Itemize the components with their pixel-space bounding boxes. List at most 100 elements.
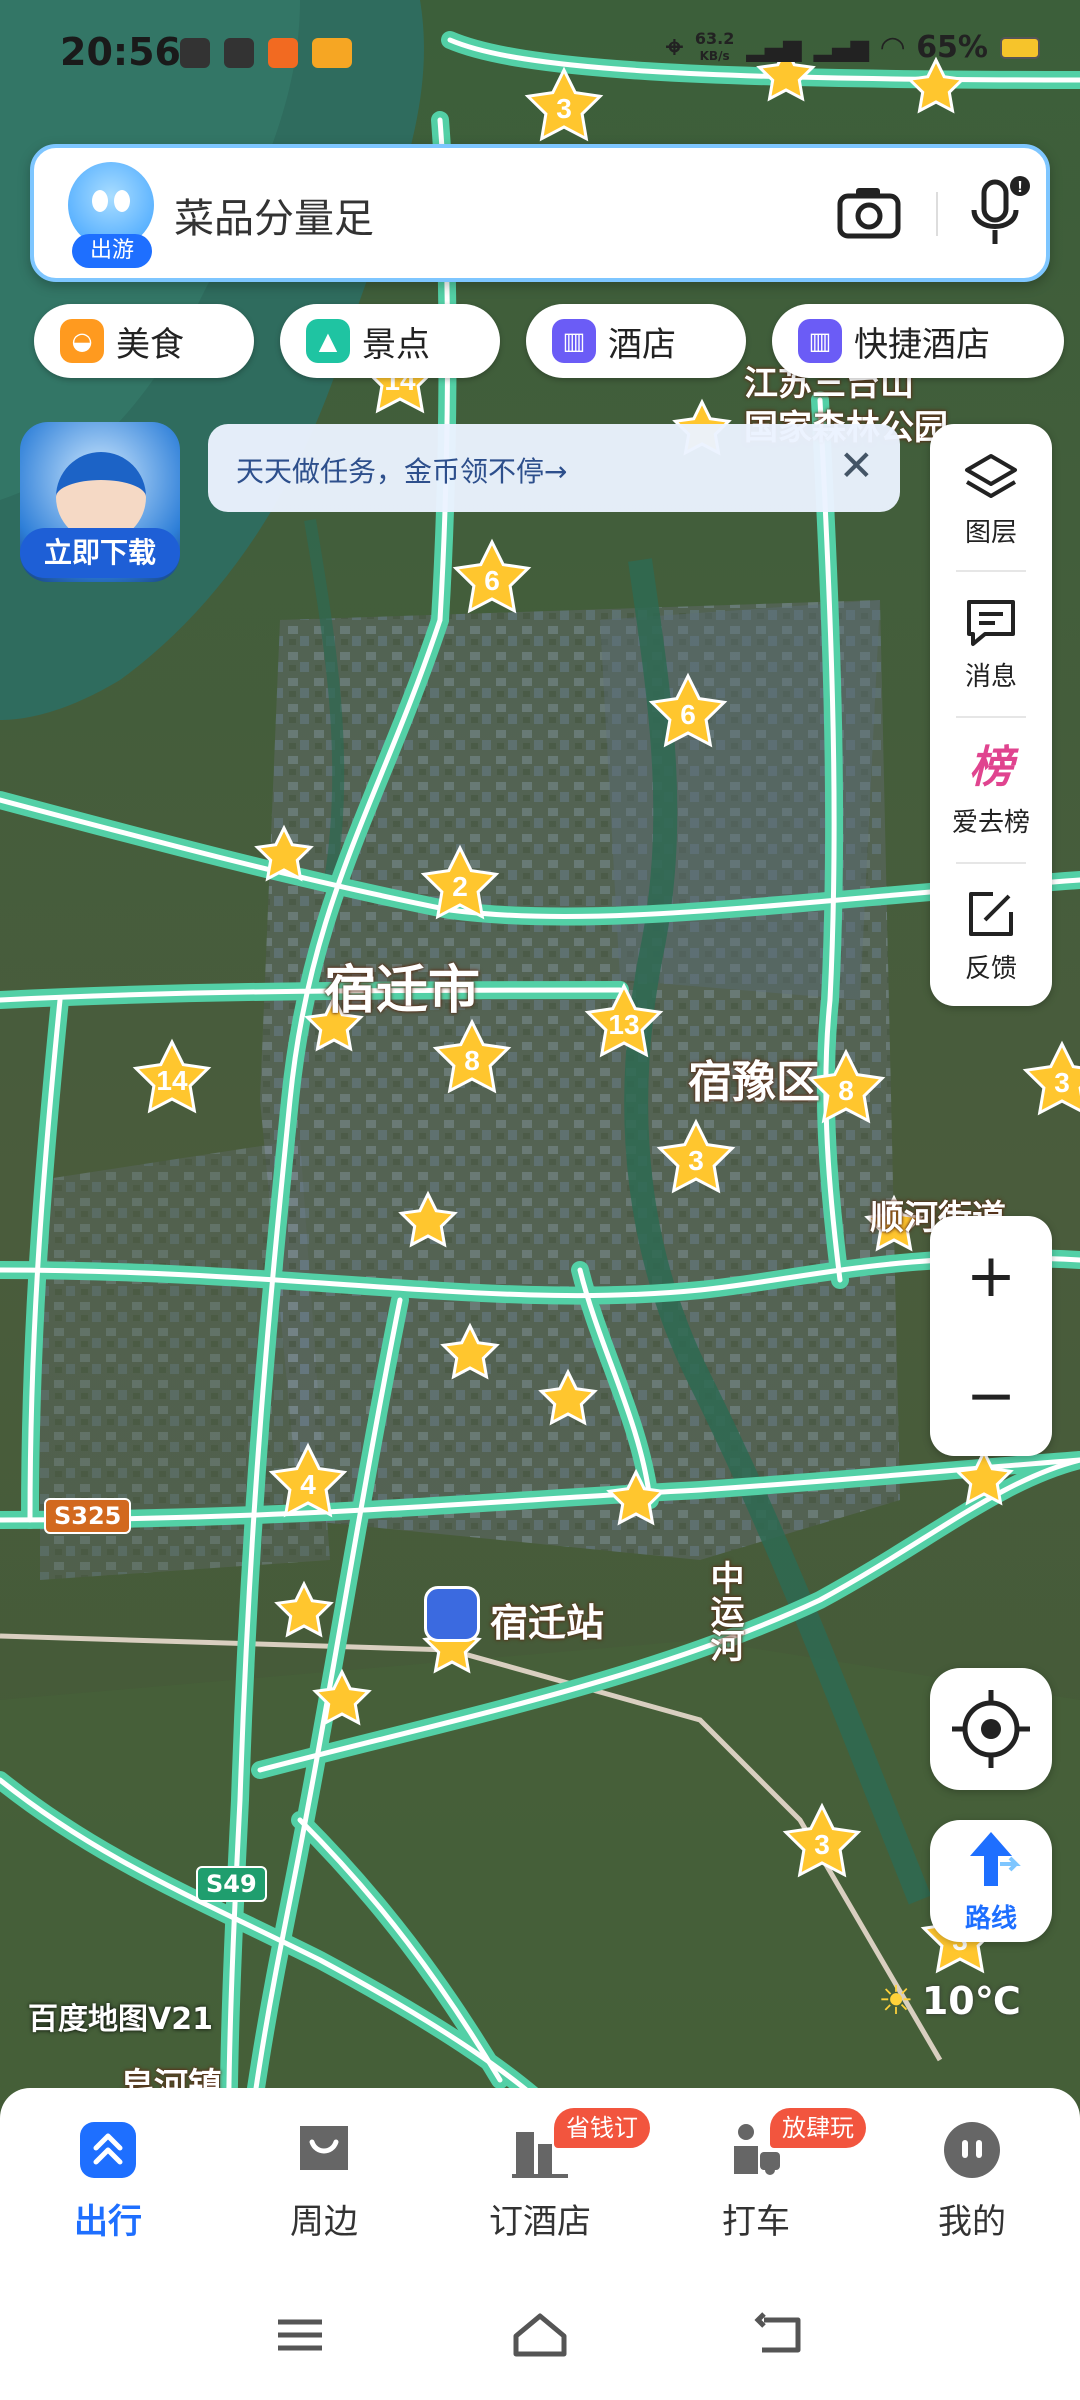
route-button[interactable]: 路线 bbox=[930, 1820, 1052, 1942]
wechat-icon bbox=[224, 38, 254, 68]
poi-star-count: 4 bbox=[300, 1469, 316, 1500]
food-icon: ◒ bbox=[60, 319, 104, 363]
download-now-button[interactable]: 立即下载 bbox=[20, 528, 180, 578]
nav-profile[interactable]: 我的 bbox=[882, 2118, 1062, 2243]
message-icon bbox=[967, 600, 1015, 646]
road-badge-s325: S325 bbox=[44, 1498, 132, 1534]
tool-label: 爱去榜 bbox=[951, 808, 1030, 838]
signal-icon-2: ▂▄▆ bbox=[813, 33, 870, 62]
zoom-controls: + − bbox=[930, 1216, 1052, 1456]
poi-star-count: 3 bbox=[814, 1829, 830, 1860]
feedback-button[interactable]: 反馈 bbox=[930, 866, 1052, 1006]
menu-icon[interactable] bbox=[270, 2310, 330, 2360]
poi-star-count: 8 bbox=[838, 1075, 854, 1106]
map-toolbar: 图层 消息 榜 爱去榜 反馈 bbox=[930, 424, 1052, 1006]
nav-label-profile: 我的 bbox=[938, 2202, 1006, 2242]
ranking-button[interactable]: 榜 爱去榜 bbox=[930, 720, 1052, 860]
location-icon: ⌖ bbox=[665, 30, 683, 65]
status-bar: 20:56 ⌖ 63.2 KB/s ▂▄▆ ▂▄▆ ◠ 65% bbox=[0, 0, 1080, 112]
home-icon[interactable] bbox=[510, 2310, 570, 2360]
chip-label: 美食 bbox=[116, 324, 184, 365]
poi-star-count: 8 bbox=[464, 1045, 480, 1076]
zoom-out-button[interactable]: − bbox=[930, 1336, 1052, 1456]
system-nav-bar bbox=[0, 2268, 1080, 2400]
back-icon[interactable] bbox=[750, 2310, 810, 2360]
train-station-icon[interactable] bbox=[424, 1586, 480, 1642]
travel-icon bbox=[80, 2122, 136, 2178]
chip-label: 酒店 bbox=[608, 324, 676, 365]
mascot-badge[interactable]: 出游 bbox=[72, 234, 152, 268]
messages-button[interactable]: 消息 bbox=[930, 574, 1052, 714]
search-divider bbox=[936, 192, 938, 236]
poi-star-count: 3 bbox=[688, 1145, 704, 1176]
weather-widget[interactable]: ☀ 10℃ bbox=[878, 1978, 1021, 2024]
nav-badge-play: 放肆玩 bbox=[770, 2108, 866, 2148]
poi-star-count: 6 bbox=[484, 565, 500, 596]
search-input[interactable]: 菜品分量足 bbox=[174, 186, 374, 244]
route-label: 路线 bbox=[964, 1904, 1017, 1934]
map-label-district[interactable]: 宿豫区 bbox=[688, 1046, 820, 1110]
sun-icon: ☀ bbox=[878, 1978, 914, 2024]
task-tip-text[interactable]: 天天做任务，金币领不停→ bbox=[236, 450, 567, 490]
poi-star-count: 2 bbox=[452, 871, 468, 902]
status-time: 20:56 bbox=[60, 30, 181, 74]
poi-star-count: 3 bbox=[1054, 1067, 1070, 1098]
app-notification-icon-2 bbox=[268, 38, 298, 68]
wifi-icon: ◠ bbox=[881, 30, 905, 65]
nav-badge-save: 省钱订 bbox=[554, 2108, 650, 2148]
scenic-icon: ▲ bbox=[306, 319, 350, 363]
chip-label: 景点 bbox=[362, 324, 430, 365]
category-chip-hotel[interactable]: ▥ 酒店 bbox=[526, 304, 746, 378]
poi-star-count: 6 bbox=[680, 699, 696, 730]
nav-taxi[interactable]: 放肆玩 打车 bbox=[666, 2108, 866, 2243]
layers-button[interactable]: 图层 bbox=[930, 430, 1052, 570]
toolbar-divider bbox=[956, 862, 1026, 864]
map-label-station[interactable]: 宿迁站 bbox=[490, 1592, 604, 1647]
chip-label: 快捷酒店 bbox=[854, 324, 990, 365]
svg-text:!: ! bbox=[1017, 179, 1022, 196]
layers-icon bbox=[965, 454, 1017, 498]
nav-label-book-hotel: 订酒店 bbox=[489, 2202, 591, 2242]
status-right: ⌖ 63.2 KB/s ▂▄▆ ▂▄▆ ◠ 65% bbox=[666, 30, 1040, 65]
baidu-map-logo: 百度地图V21 bbox=[28, 2002, 213, 2037]
feedback-icon bbox=[969, 892, 1013, 936]
bottom-nav: 出行 周边 省钱订 订酒店 放肆玩 打车 我的 bbox=[0, 2088, 1080, 2268]
microphone-icon[interactable]: ! bbox=[962, 174, 1032, 254]
notification-icons bbox=[180, 38, 352, 68]
nav-label-nearby: 周边 bbox=[290, 2202, 358, 2242]
close-icon[interactable]: ✕ bbox=[839, 442, 874, 490]
nearby-icon bbox=[300, 2126, 348, 2170]
toolbar-divider bbox=[956, 570, 1026, 572]
ranking-icon: 榜 bbox=[969, 742, 1013, 793]
weather-temp: 10℃ bbox=[921, 1979, 1021, 2023]
task-tip-banner[interactable]: 天天做任务，金币领不停→ ✕ bbox=[208, 424, 900, 512]
tool-label: 图层 bbox=[964, 518, 1017, 548]
zoom-in-button[interactable]: + bbox=[930, 1216, 1052, 1336]
nav-nearby[interactable]: 周边 bbox=[234, 2118, 414, 2243]
battery-icon bbox=[1000, 36, 1040, 59]
net-speed: 63.2 KB/s bbox=[694, 29, 735, 64]
map-label-city[interactable]: 宿迁市 bbox=[324, 948, 480, 1023]
poi-star-count: 13 bbox=[608, 1009, 639, 1040]
category-chip-food[interactable]: ◒ 美食 bbox=[34, 304, 254, 378]
tool-label: 反馈 bbox=[964, 954, 1017, 984]
search-bar[interactable]: 出游 菜品分量足 ! bbox=[30, 144, 1050, 282]
nav-book-hotel[interactable]: 省钱订 订酒店 bbox=[450, 2108, 650, 2243]
locate-me-button[interactable] bbox=[930, 1668, 1052, 1790]
map-label-canal: 中运河 bbox=[704, 1560, 744, 1662]
category-chip-scenic[interactable]: ▲ 景点 bbox=[280, 304, 500, 378]
toolbar-divider bbox=[956, 716, 1026, 718]
app-notification-icon bbox=[180, 38, 210, 68]
crosshair-icon bbox=[952, 1690, 1030, 1768]
tool-label: 消息 bbox=[964, 662, 1017, 692]
category-chip-budget-hotel[interactable]: ▥ 快捷酒店 bbox=[772, 304, 1064, 378]
battery-percent: 65% bbox=[916, 30, 988, 65]
signal-icon: ▂▄▆ bbox=[746, 33, 802, 62]
nav-label-taxi: 打车 bbox=[722, 2202, 790, 2242]
camera-icon[interactable] bbox=[834, 178, 904, 248]
nav-travel[interactable]: 出行 bbox=[18, 2118, 198, 2243]
poi-star-count: 14 bbox=[156, 1065, 188, 1096]
road-badge-s49: S49 bbox=[196, 1866, 267, 1902]
route-arrow-icon bbox=[970, 1832, 1021, 1886]
profile-icon bbox=[944, 2122, 1000, 2178]
